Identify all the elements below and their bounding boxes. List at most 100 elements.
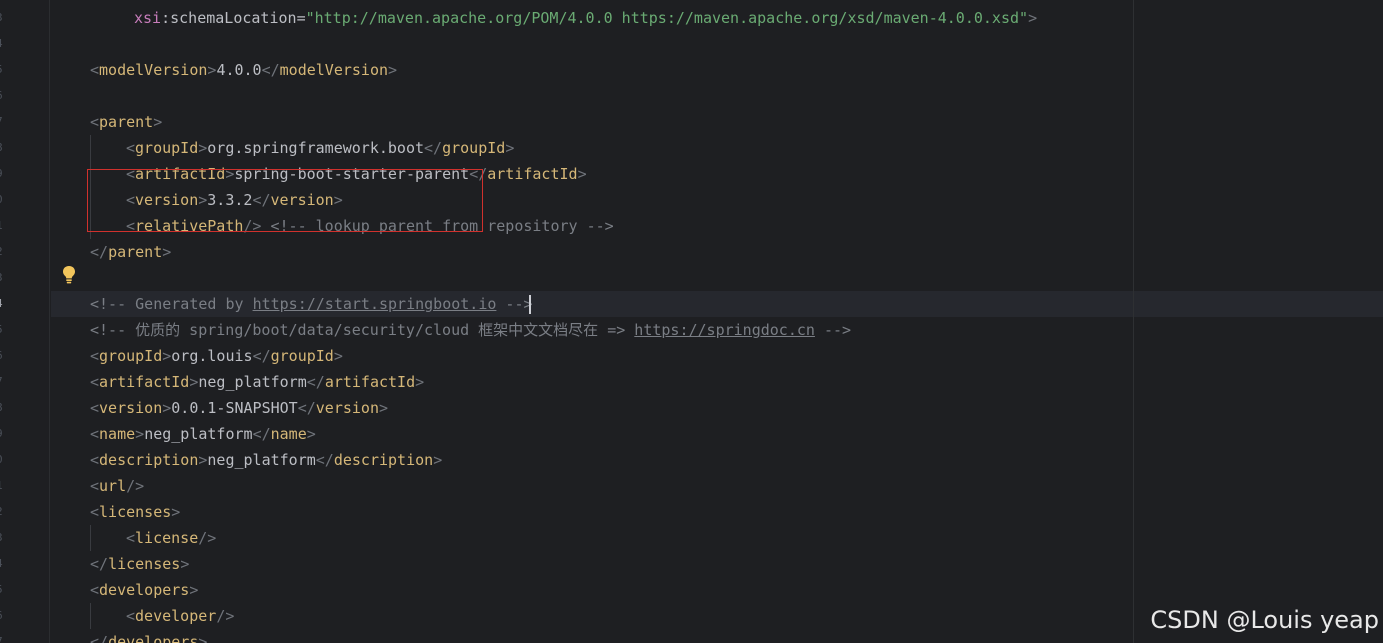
xml-comment: --> <box>814 321 852 339</box>
comment-link[interactable]: https://start.springboot.io <box>253 295 497 313</box>
line-number[interactable]: 7 <box>0 109 6 135</box>
indent-guide <box>90 135 91 239</box>
xml-tag: licenses <box>99 503 172 521</box>
right-margin-guide <box>1133 0 1134 643</box>
line-number[interactable]: 0 <box>0 187 6 213</box>
code-line-parent-artifact-id[interactable]: <artifactId>spring-boot-starter-parent</… <box>126 161 587 187</box>
xml-tag: version <box>135 191 199 209</box>
code-line-parent-open[interactable]: <parent> <box>90 109 162 135</box>
line-number[interactable]: 6 <box>0 343 6 369</box>
line-number[interactable]: 2 <box>0 239 6 265</box>
attribute-separator: : <box>161 9 171 27</box>
code-line-artifact-id[interactable]: <artifactId>neg_platform</artifactId> <box>90 369 424 395</box>
code-line-developer[interactable]: <developer/> <box>126 603 234 629</box>
xml-tag: parent <box>99 113 154 131</box>
xml-tag: licenses <box>108 555 181 573</box>
lightbulb-icon[interactable] <box>61 265 77 285</box>
tag-close-bracket: > <box>1028 9 1038 27</box>
line-number[interactable]: 9 <box>0 161 6 187</box>
line-number[interactable]: 0 <box>0 447 6 473</box>
line-number[interactable]: 8 <box>0 135 6 161</box>
line-number[interactable]: 4 <box>0 551 6 577</box>
text-caret <box>529 295 531 314</box>
code-line-parent-group-id[interactable]: <groupId>org.springframework.boot</group… <box>126 135 514 161</box>
line-number[interactable]: 2 <box>0 499 6 525</box>
code-line-parent-close[interactable]: </parent> <box>90 239 171 265</box>
xml-tag: artifactId <box>135 165 226 183</box>
xml-tag: version <box>315 399 379 417</box>
xml-tag: artifactId <box>324 373 416 391</box>
tag-text: neg_platform <box>198 373 307 391</box>
code-line-name[interactable]: <name>neg_platform</name> <box>90 421 316 447</box>
line-number[interactable]: 3 <box>0 265 6 291</box>
code-line-license[interactable]: <license/> <box>126 525 216 551</box>
line-number[interactable]: 9 <box>0 421 6 447</box>
tag-text: 3.3.2 <box>207 191 253 209</box>
line-number[interactable]: 6 <box>0 603 6 629</box>
code-line-model-version[interactable]: <modelVersion>4.0.0</modelVersion> <box>90 57 397 83</box>
code-line-url[interactable]: <url/> <box>90 473 144 499</box>
xml-tag: version <box>99 399 163 417</box>
code-line-docs-comment[interactable]: <!-- 优质的 spring/boot/data/security/cloud… <box>90 317 851 343</box>
indent-guide <box>90 603 91 629</box>
indent-guide <box>90 525 91 551</box>
code-editor[interactable]: 3456789012345678901234567 xsi:schemaLoca… <box>0 0 1383 643</box>
xml-tag: description <box>333 451 434 469</box>
line-number[interactable]: 7 <box>0 369 6 395</box>
code-line-licenses-close[interactable]: </licenses> <box>90 551 189 577</box>
line-number[interactable]: 5 <box>0 317 6 343</box>
line-number[interactable]: 5 <box>0 57 6 83</box>
xml-tag: groupId <box>135 139 199 157</box>
code-line-version[interactable]: <version>0.0.1-SNAPSHOT</version> <box>90 395 388 421</box>
line-number[interactable]: 3 <box>0 525 6 551</box>
tag-text: 4.0.0 <box>216 61 262 79</box>
code-line-schema-location[interactable]: xsi:schemaLocation="http://maven.apache.… <box>134 5 1037 31</box>
watermark-text: CSDN @Louis yeap <box>1150 606 1379 634</box>
xml-tag: version <box>270 191 334 209</box>
line-number[interactable]: 8 <box>0 395 6 421</box>
tag-text: neg_platform <box>207 451 316 469</box>
xml-tag: groupId <box>442 139 506 157</box>
attribute-name: schemaLocation <box>170 9 297 27</box>
code-line-relative-path[interactable]: <relativePath/> <!-- lookup parent from … <box>126 213 614 239</box>
xml-tag: name <box>99 425 136 443</box>
line-number-gutter[interactable]: 3456789012345678901234567 <box>0 0 50 643</box>
line-number[interactable]: 1 <box>0 213 6 239</box>
attribute-equals: = <box>296 9 306 27</box>
xml-tag: description <box>99 451 199 469</box>
code-line-licenses-open[interactable]: <licenses> <box>90 499 180 525</box>
xml-tag: developer <box>135 607 217 625</box>
code-line-group-id[interactable]: <groupId>org.louis</groupId> <box>90 343 343 369</box>
line-number[interactable]: 1 <box>0 473 6 499</box>
xml-tag: developers <box>108 633 199 643</box>
line-number[interactable]: 3 <box>0 5 6 31</box>
line-number[interactable]: 7 <box>0 629 6 643</box>
xml-tag: parent <box>108 243 163 261</box>
code-line-generated-comment[interactable]: <!-- Generated by https://start.springbo… <box>90 291 533 317</box>
line-number[interactable]: 6 <box>0 83 6 109</box>
tag-text: org.springframework.boot <box>207 139 425 157</box>
code-line-description[interactable]: <description>neg_platform</description> <box>90 447 442 473</box>
tag-text: neg_platform <box>144 425 253 443</box>
tag-text: 0.0.1-SNAPSHOT <box>171 399 298 417</box>
xml-comment: <!-- lookup parent from repository --> <box>270 217 614 235</box>
tag-text: org.louis <box>171 347 253 365</box>
code-line-developers-close[interactable]: </developers> <box>90 629 207 643</box>
code-line-developers-open[interactable]: <developers> <box>90 577 198 603</box>
xml-tag: groupId <box>99 347 163 365</box>
xml-tag: license <box>135 529 199 547</box>
xml-tag: artifactId <box>487 165 578 183</box>
xml-tag: modelVersion <box>279 61 389 79</box>
code-line-parent-version[interactable]: <version>3.3.2</version> <box>126 187 343 213</box>
xml-comment: <!-- 优质的 spring/boot/data/security/cloud… <box>90 321 635 339</box>
xml-tag: relativePath <box>135 217 244 235</box>
line-number[interactable]: 4 <box>0 31 6 57</box>
comment-link[interactable]: https://springdoc.cn <box>634 321 815 339</box>
line-number[interactable]: 5 <box>0 577 6 603</box>
xml-comment: <!-- Generated by <box>90 295 253 313</box>
xml-tag: name <box>270 425 307 443</box>
xml-tag: url <box>99 477 127 495</box>
line-number[interactable]: 4 <box>0 291 6 317</box>
xml-tag: groupId <box>270 347 334 365</box>
attribute-prefix: xsi <box>134 9 162 27</box>
